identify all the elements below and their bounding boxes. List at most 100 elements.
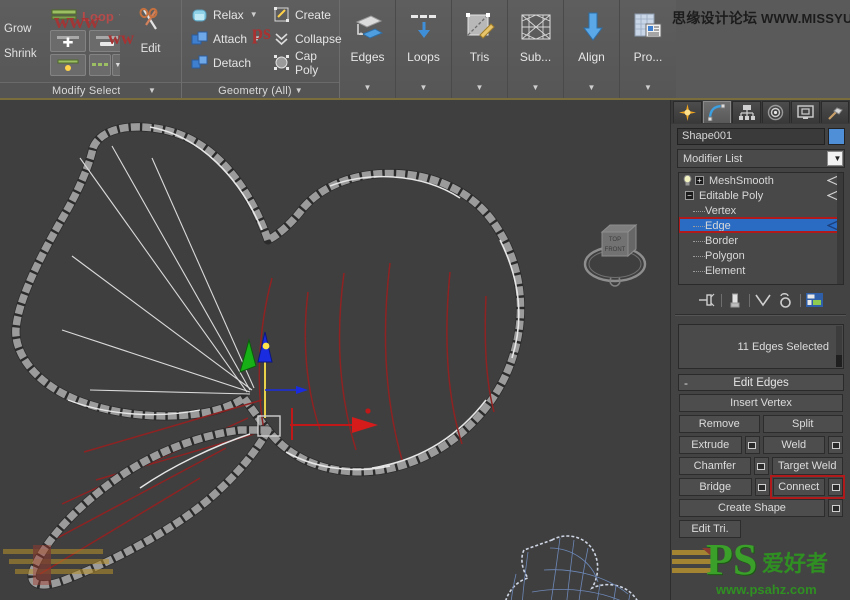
bridge-button[interactable]: Bridge [679,478,752,496]
svg-text:✚: ✚ [63,35,74,49]
chevron-down-icon[interactable]: ▼ [644,83,652,98]
stack-item-edge[interactable]: Edge [679,218,843,233]
create-tab[interactable] [673,101,702,123]
weld-settings-button[interactable] [828,436,843,454]
stack-item-meshsmooth[interactable]: + MeshSmooth [679,173,843,188]
stack-item-border[interactable]: Border [679,233,843,248]
chevron-down-icon[interactable]: ▼ [827,151,843,166]
ribbon-tile-properties[interactable]: Pro... ▼ [620,0,676,98]
rollout-header-edit-edges[interactable]: - Edit Edges [678,374,844,391]
panel-drop-edit[interactable]: ▼ [120,82,181,98]
attach-button[interactable]: Attach ▼ [186,27,266,50]
shrink-label[interactable]: Shrink [4,42,50,67]
light-bulb-icon[interactable] [682,175,693,186]
meshsmooth-preview [505,535,638,600]
edit-tri-button[interactable]: Edit Tri. [679,520,741,538]
insert-vertex-button[interactable]: Insert Vertex [679,394,843,412]
stack-item-polygon[interactable]: Polygon [679,248,843,263]
display-tab[interactable] [791,101,820,123]
ribbon-panel-geometry: Relax ▼ Attach ▼ Detach Create Collapse … [182,0,342,98]
panel-title-geometry[interactable]: Geometry (All) ▼ [182,82,339,98]
button-row: Edit Tri. [679,520,843,538]
modify-tab[interactable] [702,101,731,123]
button-row: Insert Vertex [679,394,843,412]
loop-grow-button[interactable]: ✚ [50,30,86,52]
modifier-list-dropdown[interactable]: Modifier List ▼ [677,149,845,168]
chamfer-button[interactable]: Chamfer [679,457,751,475]
connect-button[interactable]: Connect [772,478,825,496]
grow-label[interactable]: Grow [4,17,50,42]
bridge-settings-button[interactable] [754,478,770,496]
ribbon-tile-subdivide[interactable]: Sub... ▼ [508,0,564,98]
collapse-button[interactable]: Collapse [268,27,347,50]
button-row: Chamfer Target Weld [679,457,843,475]
object-name-row: Shape001 [671,124,850,147]
selinfo-scroll-thumb[interactable] [836,355,842,367]
create-shape-button[interactable]: Create Shape [679,499,825,517]
motion-tab[interactable] [761,101,790,123]
loop-button[interactable]: Loop ▼ [50,5,126,27]
settings-square-icon [831,483,840,491]
chevron-down-icon[interactable]: ▼ [476,83,484,98]
configure-modifier-sets-icon[interactable] [805,292,824,309]
weld-button[interactable]: Weld [762,436,825,454]
settings-square-icon [757,462,765,470]
object-name-field[interactable]: Shape001 [677,128,825,145]
ribbon-tile-align[interactable]: Align ▼ [564,0,620,98]
extrude-settings-button[interactable] [744,436,760,454]
split-button[interactable]: Split [762,415,843,433]
connect-settings-button[interactable] [828,478,843,496]
create-button[interactable]: Create [268,3,347,26]
detach-icon [191,54,208,71]
button-row: Bridge Connect [679,475,845,499]
viewcube[interactable]: TOP FRONT [578,218,652,290]
stack-item-element[interactable]: Element [679,263,843,278]
object-color-swatch[interactable] [828,128,845,145]
edit-button[interactable]: Edit [124,3,177,55]
loop-ring-shift-button[interactable] [50,54,86,76]
motion-icon [768,104,784,121]
tris-icon [463,4,497,50]
modifier-stack[interactable]: + MeshSmooth − Editable Poly Vertex Edge [678,172,844,285]
remove-modifier-icon[interactable] [777,292,796,309]
create-shape-settings-button[interactable] [828,499,843,517]
chevron-down-icon[interactable]: ▼ [420,83,428,98]
shape-spline-cage [11,122,525,477]
chevron-down-icon[interactable]: ▼ [532,83,540,98]
chevron-down-icon[interactable]: ▼ [364,83,372,98]
pin-stack-icon[interactable] [698,292,717,309]
collapse-toggle-icon[interactable]: − [685,191,694,200]
relax-button[interactable]: Relax ▼ [186,3,266,26]
make-unique-icon[interactable] [754,292,773,309]
stack-scrollbar[interactable] [837,173,843,284]
ribbon-tile-edges[interactable]: Edges ▼ [340,0,396,98]
show-end-result-icon[interactable] [726,292,745,309]
viewport-perspective[interactable]: TOP FRONT [0,100,670,600]
hierarchy-tab[interactable] [732,101,761,123]
selection-status-text: 11 Edges Selected [737,340,829,353]
3dsmax-window: Grow Shrink Loop ▼ ✚ [0,0,850,600]
stack-item-editable-poly[interactable]: − Editable Poly [679,188,843,203]
settings-square-icon [758,483,766,491]
ribbon-tile-tris[interactable]: Tris ▼ [452,0,508,98]
axis-drag-handle[interactable] [290,408,378,440]
ribbon-panel-edit: Edit ▼ [120,0,182,98]
expand-toggle-icon[interactable]: + [695,176,704,185]
ribbon-tile-loops[interactable]: Loops ▼ [396,0,452,98]
remove-button[interactable]: Remove [679,415,760,433]
chamfer-settings-button[interactable] [753,457,769,475]
loop-dash-button[interactable] [88,54,111,76]
chevron-down-icon[interactable]: ▼ [253,34,261,43]
cap-poly-button[interactable]: Cap Poly [268,49,347,77]
chevron-down-icon[interactable]: ▼ [250,10,258,19]
stack-item-vertex[interactable]: Vertex [679,203,843,218]
extrude-button[interactable]: Extrude [679,436,742,454]
chevron-down-icon[interactable]: ▼ [588,83,596,98]
detach-button[interactable]: Detach [186,51,266,74]
transform-gizmo[interactable] [239,331,308,437]
utilities-tab[interactable] [820,101,849,123]
cap-poly-icon [273,54,290,71]
target-weld-button[interactable]: Target Weld [771,457,843,475]
edges-icon [351,4,385,50]
modifier-list-row: Modifier List ▼ [671,147,850,171]
